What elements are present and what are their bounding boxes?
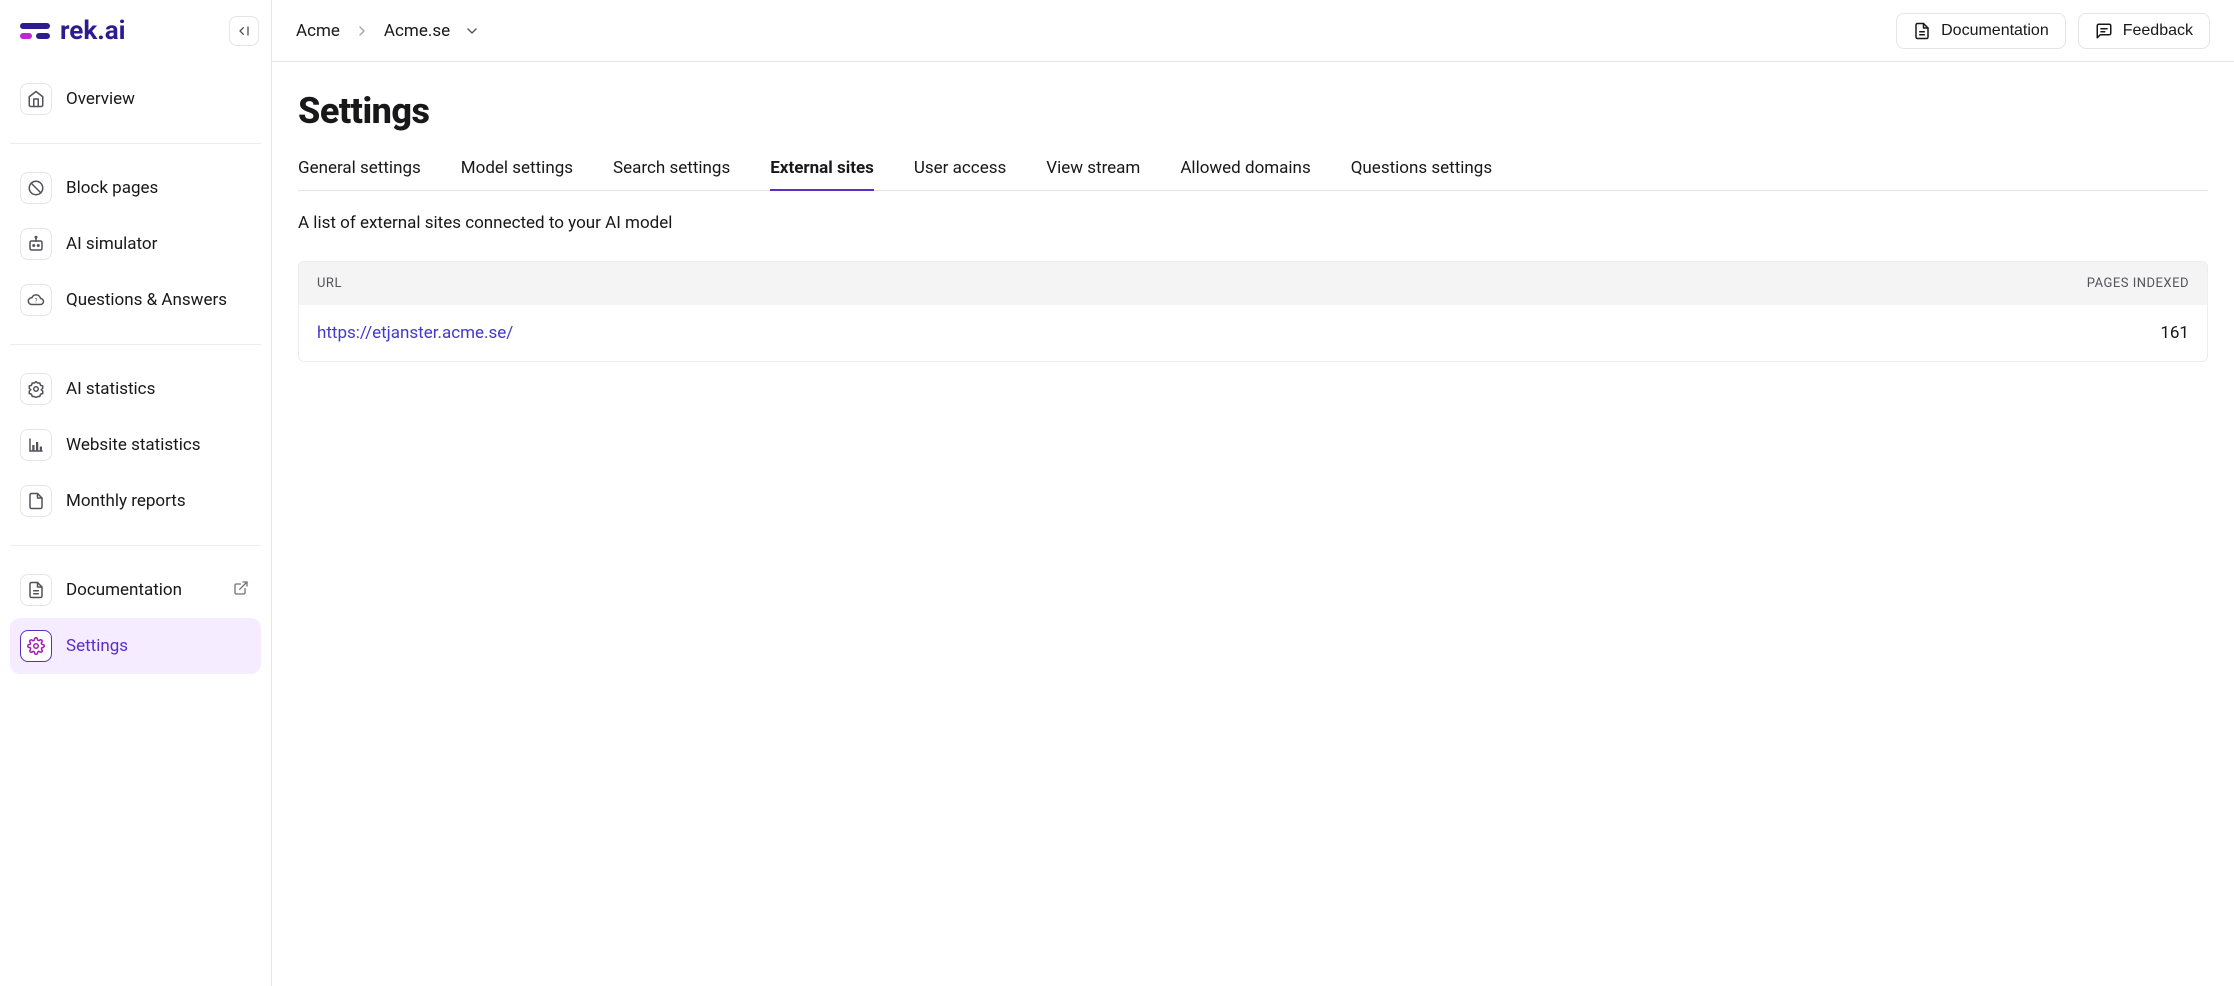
page-title: Settings	[298, 90, 2208, 132]
feedback-button-label: Feedback	[2123, 22, 2193, 40]
row-pages: 161	[2160, 323, 2189, 343]
col-pages: PAGES INDEXED	[2087, 276, 2189, 291]
bar-chart-icon	[20, 429, 52, 461]
sidebar-item-settings[interactable]: Settings	[10, 618, 261, 674]
logo-text: rek.ai	[60, 16, 126, 46]
sidebar-item-block-pages[interactable]: Block pages	[10, 160, 261, 216]
chevron-down-icon[interactable]	[464, 23, 480, 39]
table-row: https://etjanster.acme.se/161	[299, 305, 2207, 361]
robot-icon	[20, 228, 52, 260]
chevron-right-icon	[354, 23, 370, 39]
tab-external[interactable]: External sites	[770, 158, 874, 190]
file-text-icon	[20, 574, 52, 606]
documentation-button[interactable]: Documentation	[1896, 13, 2066, 49]
collapse-icon	[236, 23, 252, 39]
sidebar-item-ai-statistics[interactable]: AI statistics	[10, 361, 261, 417]
file-text-icon	[1913, 22, 1931, 40]
sidebar-item-monthly-reports[interactable]: Monthly reports	[10, 473, 261, 529]
feedback-icon	[2095, 22, 2113, 40]
sidebar-item-label: Settings	[66, 636, 128, 656]
sidebar-item-label: AI statistics	[66, 379, 155, 399]
nav-divider	[10, 545, 261, 546]
table-header: URL PAGES INDEXED	[299, 262, 2207, 305]
row-url[interactable]: https://etjanster.acme.se/	[317, 323, 513, 343]
home-icon	[20, 83, 52, 115]
sidebar: rek.ai Overview Block pages AI simulator? Q…	[0, 0, 272, 986]
breadcrumb-site[interactable]: Acme.se	[384, 21, 450, 41]
sidebar-item-label: Monthly reports	[66, 491, 186, 511]
sidebar-item-label: Website statistics	[66, 435, 201, 455]
tab-model[interactable]: Model settings	[461, 158, 573, 190]
main: Acme Acme.se Documentation Feedback	[272, 0, 2234, 986]
logo[interactable]: rek.ai	[20, 16, 126, 46]
tab-questions[interactable]: Questions settings	[1351, 158, 1492, 190]
sidebar-item-label: Overview	[66, 89, 135, 109]
breadcrumb-org[interactable]: Acme	[296, 21, 340, 41]
external-link-icon	[233, 580, 249, 601]
tab-search[interactable]: Search settings	[613, 158, 730, 190]
tab-allowed[interactable]: Allowed domains	[1180, 158, 1310, 190]
feedback-button[interactable]: Feedback	[2078, 13, 2210, 49]
content: Settings General settings Model settings S…	[272, 62, 2234, 390]
sidebar-item-label: Block pages	[66, 178, 158, 198]
nav-divider	[10, 344, 261, 345]
block-icon	[20, 172, 52, 204]
logo-mark-icon	[20, 18, 50, 44]
nav-divider	[10, 143, 261, 144]
sidebar-item-label: AI simulator	[66, 234, 157, 254]
collapse-sidebar-button[interactable]	[229, 16, 259, 46]
sidebar-item-ai-simulator[interactable]: AI simulator	[10, 216, 261, 272]
sidebar-item-label: Questions & Answers	[66, 290, 227, 310]
sidebar-item-label: Documentation	[66, 580, 182, 600]
top-actions: Documentation Feedback	[1896, 13, 2210, 49]
svg-text:?: ?	[35, 297, 38, 304]
tab-view[interactable]: View stream	[1046, 158, 1140, 190]
tab-user[interactable]: User access	[914, 158, 1006, 190]
sidebar-item-qa[interactable]: ? Questions & Answers	[10, 272, 261, 328]
file-icon	[20, 485, 52, 517]
sidebar-header: rek.ai	[0, 0, 271, 61]
documentation-button-label: Documentation	[1941, 22, 2049, 40]
cloud-question-icon: ?	[20, 284, 52, 316]
sidebar-item-documentation[interactable]: Documentation	[10, 562, 261, 618]
col-url: URL	[317, 276, 342, 291]
tabs: General settings Model settings Search set…	[298, 158, 2208, 191]
gear-icon	[20, 630, 52, 662]
sidebar-item-website-statistics[interactable]: Website statistics	[10, 417, 261, 473]
breadcrumb: Acme Acme.se	[296, 21, 480, 41]
cog-badge-icon	[20, 373, 52, 405]
topbar: Acme Acme.se Documentation Feedback	[272, 0, 2234, 62]
tab-general[interactable]: General settings	[298, 158, 421, 190]
sidebar-item-overview[interactable]: Overview	[10, 71, 261, 127]
external-sites-table: URL PAGES INDEXED https://etjanster.acme…	[298, 261, 2208, 362]
tab-description: A list of external sites connected to yo…	[298, 213, 2208, 233]
